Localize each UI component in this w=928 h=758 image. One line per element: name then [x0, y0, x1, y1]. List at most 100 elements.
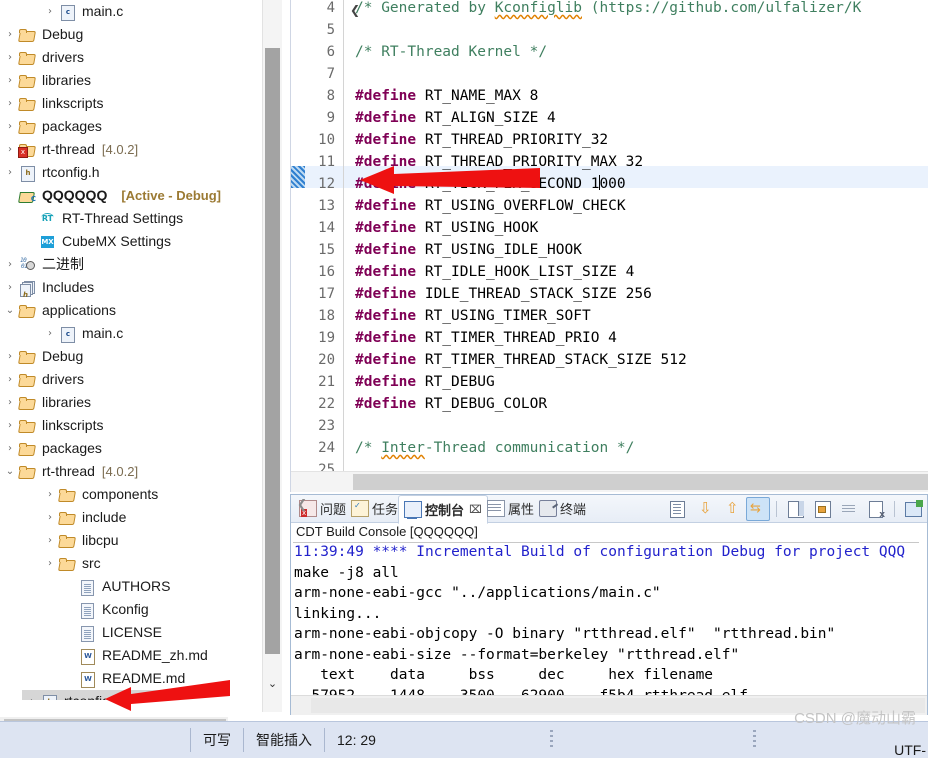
tree-item-rtconfig.h[interactable]: ›hrtconfig.h: [0, 161, 268, 184]
scroll-lock-down-button[interactable]: ⇩: [692, 497, 716, 521]
tree-item-drivers[interactable]: › drivers: [0, 368, 268, 391]
chevron-right-icon[interactable]: ›: [42, 322, 58, 345]
tasks-icon: [351, 500, 369, 517]
tree-item-rtconfig.h[interactable]: ›hrtconfig.h: [22, 690, 169, 700]
console-tab-label: 问题: [320, 502, 347, 517]
tree-item-Includes[interactable]: › Includes: [0, 276, 268, 307]
chevron-right-icon[interactable]: ›: [2, 92, 18, 115]
chevron-right-icon[interactable]: ›: [2, 437, 18, 460]
gutter-separator: [343, 342, 344, 364]
code-line[interactable]: 6 /* RT-Thread Kernel */: [291, 34, 928, 60]
tree-item-label: Debug: [42, 26, 84, 42]
chevron-right-icon[interactable]: ›: [2, 414, 18, 437]
tree-item-QQQQQQ[interactable]: QQQQQQ [Active - Debug]: [0, 184, 268, 211]
chevron-right-icon[interactable]: ›: [2, 138, 18, 161]
tree-item-README.md[interactable]: W README.md: [0, 667, 268, 690]
remove-console-button[interactable]: [864, 497, 888, 521]
tree-item-AUTHORS[interactable]: AUTHORS: [0, 575, 268, 598]
show-console-view-button[interactable]: [665, 497, 689, 521]
console-tab-5[interactable]: 终端: [534, 495, 591, 522]
chevron-right-icon[interactable]: ›: [42, 552, 58, 575]
line-number: 12: [318, 176, 335, 192]
console-tab-4[interactable]: 属性: [482, 495, 539, 522]
gutter-separator: [343, 232, 344, 254]
console-title: CDT Build Console [QQQQQQ]: [293, 523, 919, 543]
tree-item-Debug[interactable]: › Debug: [0, 23, 268, 46]
chevron-right-icon[interactable]: ›: [2, 115, 18, 138]
chevron-right-icon[interactable]: ›: [42, 529, 58, 552]
chevron-right-icon[interactable]: ›: [2, 23, 18, 46]
chevron-down-icon[interactable]: ⌄: [2, 460, 18, 483]
status-handle-dots-2[interactable]: [753, 730, 756, 750]
tree-item-include[interactable]: › include: [0, 506, 268, 529]
tree-item-RT-ThreadSettings[interactable]: RT RT-Thread Settings: [0, 207, 268, 230]
line-change-marker: [291, 100, 305, 122]
code-line[interactable]: 24 /* Inter-Thread communication */: [291, 430, 928, 456]
rt-thread-settings-icon: RT: [41, 212, 54, 223]
tree-item-linkscripts[interactable]: › linkscripts: [0, 414, 268, 437]
code-line[interactable]: 4 /* Generated by Kconfiglib (https://git…: [291, 0, 928, 16]
console-output[interactable]: 11:39:49 **** Incremental Build of confi…: [291, 544, 927, 696]
scroll-up-button[interactable]: ⇧: [719, 497, 743, 521]
tree-item-applications[interactable]: ⌄ applications: [0, 299, 268, 322]
chevron-right-icon[interactable]: ›: [42, 483, 58, 506]
chevron-right-icon[interactable]: ›: [2, 69, 18, 92]
tree-item-packages[interactable]: › packages: [0, 115, 268, 138]
tree-item-CubeMXSettings[interactable]: MX CubeMX Settings: [0, 230, 268, 253]
clear-console-button[interactable]: [837, 497, 861, 521]
chevron-right-icon[interactable]: ›: [2, 368, 18, 391]
console-tab-3[interactable]: 控制台 ⌧: [398, 495, 488, 524]
console-scroll-left-icon[interactable]: ❮: [293, 495, 311, 514]
editor-horizontal-scrollbar[interactable]: [291, 471, 928, 492]
explorer-scroll-down-icon[interactable]: ⌄: [263, 674, 282, 694]
tree-item-main.c[interactable]: › c main.c: [0, 322, 268, 345]
tree-item-drivers[interactable]: › drivers: [0, 46, 268, 69]
chevron-right-icon[interactable]: ›: [2, 345, 18, 368]
code-line[interactable]: 8 #define RT_NAME_MAX 8: [291, 78, 928, 104]
tree-item-libraries[interactable]: › libraries: [0, 69, 268, 92]
chevron-right-icon[interactable]: ›: [2, 161, 18, 184]
tree-item-Debug[interactable]: › Debug: [0, 345, 268, 368]
tree-item-rt-thread[interactable]: ⌄ rt-thread [4.0.2]: [0, 460, 268, 483]
tree-item-src[interactable]: › src: [0, 552, 268, 575]
explorer-vertical-scrollbar[interactable]: ⌄: [262, 0, 282, 712]
chevron-right-icon[interactable]: ›: [42, 0, 58, 23]
tree-item-libraries[interactable]: › libraries: [0, 391, 268, 414]
display-selected-console-button[interactable]: ⇆: [746, 497, 770, 521]
code-lines[interactable]: 4 /* Generated by Kconfiglib (https://git…: [291, 0, 928, 478]
project-tree[interactable]: › c main.c › Debug › drivers › libraries › linkscr…: [0, 0, 268, 700]
chevron-right-icon[interactable]: ›: [2, 276, 18, 299]
open-console-button[interactable]: [901, 497, 925, 521]
chevron-right-icon[interactable]: ›: [2, 46, 18, 69]
console-tab-2[interactable]: 任务: [346, 495, 403, 522]
tree-item-components[interactable]: › components: [0, 483, 268, 506]
markdown-file-icon: W: [78, 670, 98, 688]
tree-item-main.c[interactable]: › c main.c: [0, 0, 268, 23]
code-editor[interactable]: 4 /* Generated by Kconfiglib (https://git…: [290, 0, 928, 492]
code-line-text: /* RT-Thread Kernel */: [355, 44, 548, 60]
tree-item-二进制[interactable]: › 10 01 二进制: [0, 253, 268, 276]
editor-hscroll-thumb[interactable]: [353, 474, 928, 490]
editor-scroll-left-icon[interactable]: ❮: [347, 0, 363, 20]
tree-item-README_zh.md[interactable]: W README_zh.md: [0, 644, 268, 667]
chevron-right-icon[interactable]: ›: [42, 506, 58, 529]
console-panel: 问题 任务 控制台 ⌧ 属性 终端 ⇩ ⇧ ⇆ CDT Build Console [QQQQQ…: [290, 494, 928, 715]
arrow-down-icon: ⇩: [699, 499, 712, 517]
explorer-vscroll-thumb[interactable]: [265, 48, 280, 654]
chevron-right-icon[interactable]: ›: [2, 391, 18, 414]
chevron-down-icon[interactable]: ⌄: [2, 299, 18, 322]
tree-item-rt-thread[interactable]: › x rt-thread [4.0.2]: [0, 138, 268, 161]
status-handle-dots[interactable]: [550, 730, 553, 750]
lock-console-button[interactable]: [810, 497, 834, 521]
chevron-right-icon[interactable]: ›: [2, 253, 18, 276]
gutter-separator: [343, 364, 344, 386]
tree-item-linkscripts[interactable]: › linkscripts: [0, 92, 268, 115]
chevron-right-icon[interactable]: ›: [24, 690, 40, 700]
tree-item-Kconfig[interactable]: Kconfig: [0, 598, 268, 621]
tree-item-packages[interactable]: › packages: [0, 437, 268, 460]
close-icon[interactable]: ⌧: [469, 503, 482, 516]
tree-item-LICENSE[interactable]: LICENSE: [0, 621, 268, 644]
tree-item-label: LICENSE: [102, 624, 162, 640]
tree-item-libcpu[interactable]: › libcpu: [0, 529, 268, 552]
pin-console-button[interactable]: [783, 497, 807, 521]
